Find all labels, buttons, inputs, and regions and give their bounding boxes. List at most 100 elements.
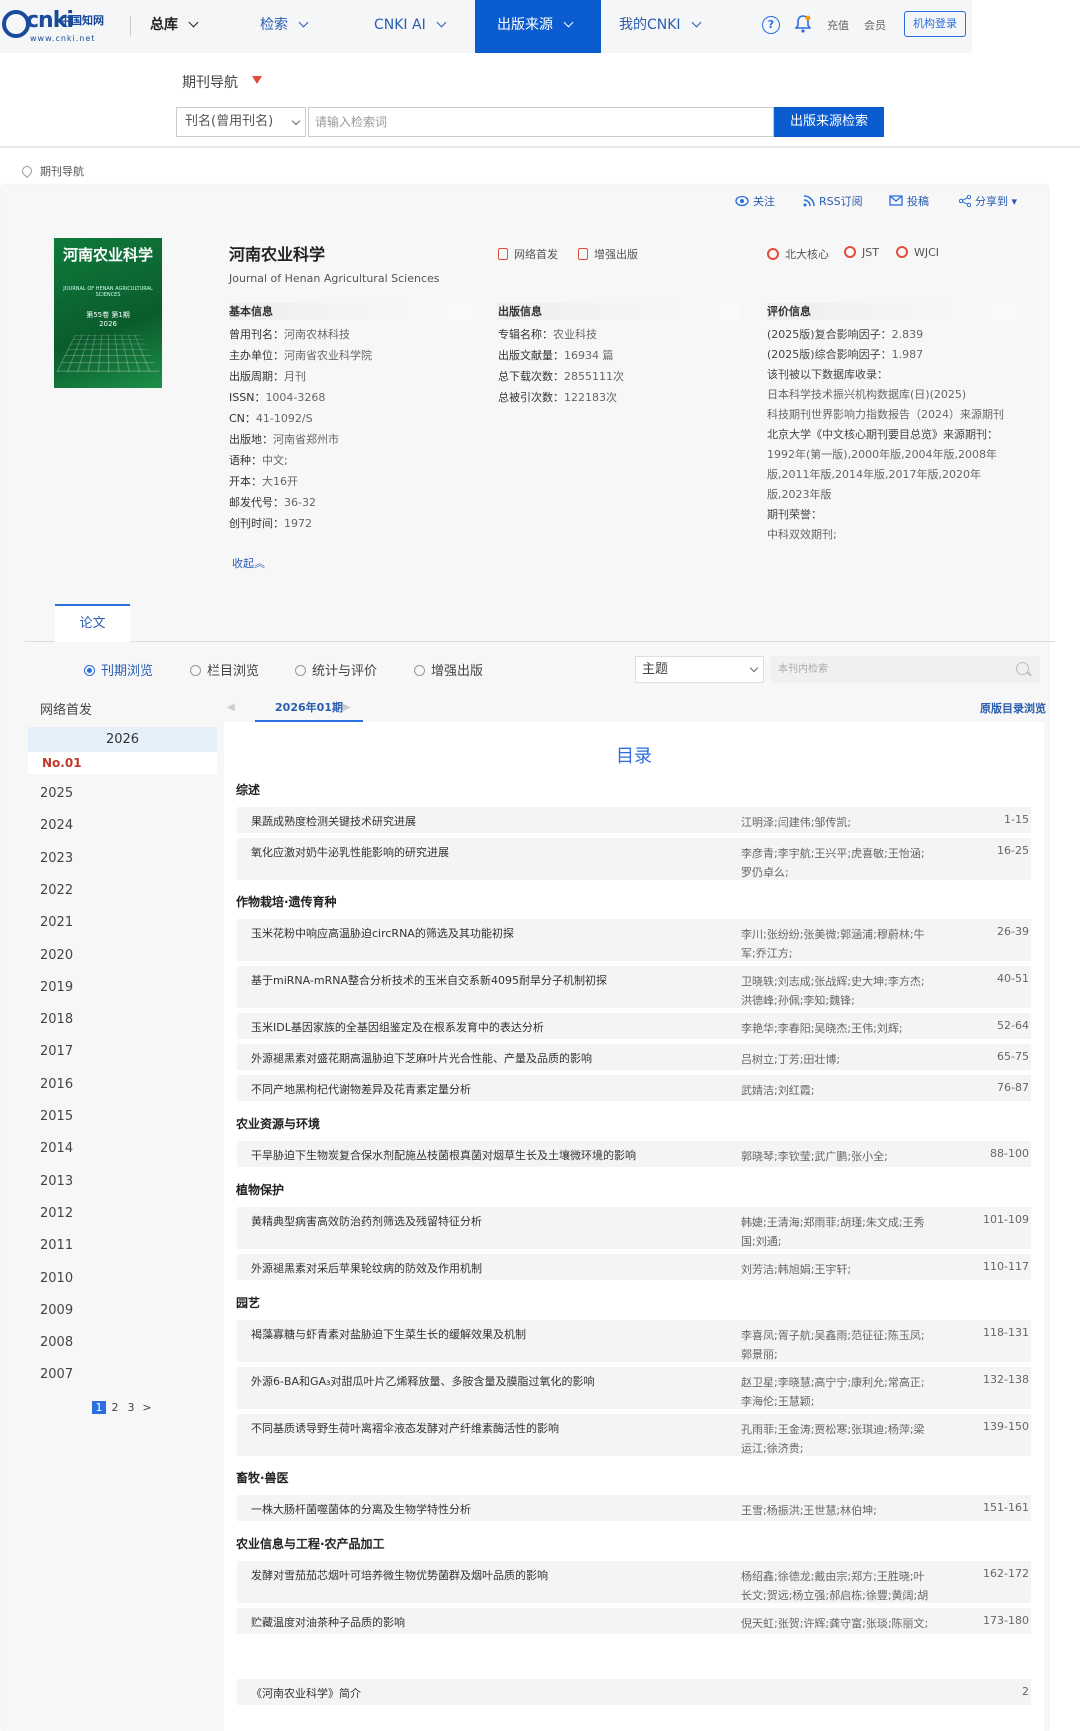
- original-toc-link[interactable]: 原版目录浏览: [980, 700, 1046, 716]
- article-title[interactable]: 《河南农业科学》简介: [251, 1685, 361, 1701]
- article-title[interactable]: 贮藏温度对油茶种子品质的影响: [251, 1614, 405, 1630]
- article-title[interactable]: 氧化应激对奶牛泌乳性能影响的研究进展: [251, 844, 449, 860]
- caret-down-icon[interactable]: [252, 76, 262, 84]
- toc-row[interactable]: 外源6-BA和GA₃对甜瓜叶片乙烯释放量、多胺含量及膜脂过氧化的影响 赵卫星;李晓…: [237, 1367, 1031, 1409]
- next-arrow-icon[interactable]: ▶: [343, 702, 351, 713]
- org-login-button[interactable]: 机构登录: [904, 11, 966, 37]
- year-item[interactable]: 2007: [40, 1367, 73, 1382]
- article-pages: 139-150: [983, 1420, 1029, 1433]
- toc-row[interactable]: 外源褪黑素对盛花期高温胁迫下芝麻叶片光合性能、产量及品质的影响 吕树立;丁芳;田壮…: [237, 1044, 1031, 1070]
- toc-row[interactable]: 发酵对雪茄茄芯烟叶可培养微生物优势菌群及烟叶品质的影响 杨绍鑫;徐德龙;戴由宗;郑…: [237, 1561, 1031, 1621]
- toc-row[interactable]: 玉米花粉中响应高温胁迫circRNA的筛选及其功能初探 李川;张纷纷;张美微;郭涵…: [237, 919, 1031, 961]
- journal-nav-label[interactable]: 期刊导航: [182, 72, 238, 92]
- year-item[interactable]: 2019: [40, 980, 73, 995]
- source-search-button[interactable]: 出版来源检索: [774, 107, 884, 137]
- journal-cover[interactable]: 河南农业科学 JOURNAL OF HENAN AGRICULTURAL SCI…: [54, 238, 162, 388]
- toc-row[interactable]: 氧化应激对奶牛泌乳性能影响的研究进展 李彦青;李宇航;王兴平;虎喜敏;王怡涵;罗仍…: [237, 838, 1031, 880]
- prev-arrow-icon[interactable]: ◀: [227, 702, 235, 713]
- article-title[interactable]: 不同产地黑枸杞代谢物差异及花青素定量分析: [251, 1081, 471, 1097]
- recharge-link[interactable]: 充值: [827, 17, 849, 33]
- radio-stats[interactable]: 统计与评价: [295, 660, 377, 679]
- year-item[interactable]: 2014: [40, 1141, 73, 1156]
- submit-button[interactable]: 投稿: [889, 193, 929, 209]
- member-link[interactable]: 会员: [864, 17, 886, 33]
- toc-row[interactable]: 《河南农业科学》简介 2: [237, 1679, 1031, 1705]
- year-item[interactable]: 2010: [40, 1271, 73, 1286]
- radio-issue-browse[interactable]: 刊期浏览: [84, 660, 153, 679]
- year-item[interactable]: 2017: [40, 1044, 73, 1059]
- search-icon[interactable]: [1016, 662, 1029, 675]
- year-item[interactable]: 2008: [40, 1335, 73, 1350]
- nav-search[interactable]: 检索: [260, 0, 309, 53]
- toc-row[interactable]: 贮藏温度对油茶种子品质的影响 倪天虹;张贺;许辉;龚守富;张琰;陈丽文; 173-1…: [237, 1608, 1031, 1634]
- year-item[interactable]: 2021: [40, 915, 73, 930]
- nav-my-cnki[interactable]: 我的CNKI: [619, 0, 702, 53]
- toc-row[interactable]: 外源褪黑素对采后苹果轮纹病的防效及作用机制 刘芳洁;韩旭娟;王宇轩; 110-117: [237, 1254, 1031, 1280]
- nav-publication-source[interactable]: 出版来源: [475, 0, 601, 53]
- cnki-logo[interactable]: cnki 中国知网 www.cnki.net: [2, 8, 114, 43]
- year-item[interactable]: 2023: [40, 851, 73, 866]
- toc-row[interactable]: 基于miRNA-mRNA整合分析技术的玉米自交系新4095耐旱分子机制初探 卫晓轶…: [237, 966, 1031, 1008]
- pub-info-row: 总下载次数：2855111次: [498, 368, 624, 384]
- article-title[interactable]: 黄精典型病害高效防治药剂筛选及残留特征分析: [251, 1213, 482, 1229]
- article-title[interactable]: 玉米花粉中响应高温胁迫circRNA的筛选及其功能初探: [251, 925, 514, 941]
- toc-row[interactable]: 干旱胁迫下生物炭复合保水剂配施丛枝菌根真菌对烟草生长及土壤微环境的影响 郭晓琴;李…: [237, 1141, 1031, 1167]
- article-title[interactable]: 果蔬成熟度检测关键技术研究进展: [251, 813, 416, 829]
- help-icon[interactable]: ?: [762, 16, 780, 34]
- net-first-link[interactable]: 网络首发: [40, 699, 92, 718]
- page-3[interactable]: 3: [124, 1401, 138, 1414]
- search-input[interactable]: 请输入检索词: [308, 107, 774, 137]
- year-item[interactable]: 2015: [40, 1109, 73, 1124]
- article-title[interactable]: 褐藻寡糖与虾青素对盐胁迫下生菜生长的缓解效果及机制: [251, 1326, 526, 1342]
- year-item[interactable]: 2025: [40, 786, 73, 801]
- nav-cnki-ai[interactable]: CNKI AI: [374, 0, 447, 53]
- article-authors: 倪天虹;张贺;许辉;龚守富;张琰;陈丽文;: [741, 1617, 929, 1630]
- article-title[interactable]: 干旱胁迫下生物炭复合保水剂配施丛枝菌根真菌对烟草生长及土壤微环境的影响: [251, 1147, 636, 1163]
- year-2026[interactable]: 2026: [28, 727, 217, 752]
- year-item[interactable]: 2024: [40, 818, 73, 833]
- article-title[interactable]: 外源6-BA和GA₃对甜瓜叶片乙烯释放量、多胺含量及膜脂过氧化的影响: [251, 1373, 595, 1389]
- share-button[interactable]: 分享到 ▾: [958, 193, 1017, 209]
- radio-column-browse[interactable]: 栏目浏览: [190, 660, 259, 679]
- topic-select[interactable]: 主题: [635, 656, 764, 683]
- toc-row[interactable]: 不同产地黑枸杞代谢物差异及花青素定量分析 武婧洁;刘红霞; 76-87: [237, 1075, 1031, 1101]
- toc-row[interactable]: 褐藻寡糖与虾青素对盐胁迫下生菜生长的缓解效果及机制 李喜凤;胥子航;吴鑫雨;范征征…: [237, 1320, 1031, 1362]
- year-item[interactable]: 2012: [40, 1206, 73, 1221]
- toc-row[interactable]: 一株大肠杆菌噬菌体的分离及生物学特性分析 王雪;杨振洪;王世慧;林伯坤; 151-1…: [237, 1495, 1031, 1521]
- breadcrumb[interactable]: 期刊导航: [19, 163, 84, 179]
- year-item[interactable]: 2022: [40, 883, 73, 898]
- page-2[interactable]: 2: [108, 1401, 122, 1414]
- issue-no01[interactable]: No.01: [28, 752, 217, 774]
- article-title[interactable]: 基于miRNA-mRNA整合分析技术的玉米自交系新4095耐旱分子机制初探: [251, 972, 607, 988]
- rss-button[interactable]: RSS订阅: [803, 193, 863, 209]
- year-item[interactable]: 2011: [40, 1238, 73, 1253]
- article-title[interactable]: 不同基质诱导野生荷叶离褶伞液态发酵对产纤维素酶活性的影响: [251, 1420, 559, 1436]
- tab-papers[interactable]: 论文: [55, 604, 130, 642]
- toc-row[interactable]: 玉米IDL基因家族的全基因组鉴定及在根系发育中的表达分析 李艳华;李春阳;吴晓杰;…: [237, 1013, 1031, 1039]
- year-item[interactable]: 2009: [40, 1303, 73, 1318]
- pku-label: 北京大学《中文核心期刊要目总览》来源期刊：: [767, 428, 998, 441]
- year-item[interactable]: 2016: [40, 1077, 73, 1092]
- year-item[interactable]: 2013: [40, 1174, 73, 1189]
- collapse-link[interactable]: 收起︽: [232, 555, 265, 571]
- article-title[interactable]: 发酵对雪茄茄芯烟叶可培养微生物优势菌群及烟叶品质的影响: [251, 1567, 548, 1583]
- article-title[interactable]: 玉米IDL基因家族的全基因组鉴定及在根系发育中的表达分析: [251, 1019, 544, 1035]
- toc-row[interactable]: 不同基质诱导野生荷叶离褶伞液态发酵对产纤维素酶活性的影响 孔雨菲;王金涛;贾松寒;…: [237, 1414, 1031, 1456]
- badge-enhanced[interactable]: 增强出版: [578, 246, 638, 262]
- article-title[interactable]: 一株大肠杆菌噬菌体的分离及生物学特性分析: [251, 1501, 471, 1517]
- year-item[interactable]: 2018: [40, 1012, 73, 1027]
- badge-net-first[interactable]: 网络首发: [498, 246, 558, 262]
- inner-search-input[interactable]: 本刊内检索: [770, 656, 1040, 683]
- bell-icon[interactable]: [794, 15, 812, 33]
- follow-button[interactable]: 关注: [735, 193, 775, 209]
- article-title[interactable]: 外源褪黑素对盛花期高温胁迫下芝麻叶片光合性能、产量及品质的影响: [251, 1050, 592, 1066]
- toc-row[interactable]: 果蔬成熟度检测关键技术研究进展 江明泽;闫建伟;邹传凯; 1-15: [237, 807, 1031, 833]
- search-field-select[interactable]: 刊名(曾用刊名): [176, 107, 306, 137]
- article-title[interactable]: 外源褪黑素对采后苹果轮纹病的防效及作用机制: [251, 1260, 482, 1276]
- nav-zongku[interactable]: 总库: [150, 0, 199, 53]
- year-item[interactable]: 2020: [40, 948, 73, 963]
- page-next[interactable]: >: [140, 1401, 154, 1414]
- toc-row[interactable]: 黄精典型病害高效防治药剂筛选及残留特征分析 韩婕;王清海;郑雨菲;胡瑾;朱文成;王…: [237, 1207, 1031, 1249]
- radio-enhanced[interactable]: 增强出版: [414, 660, 483, 679]
- page-1[interactable]: 1: [92, 1401, 106, 1414]
